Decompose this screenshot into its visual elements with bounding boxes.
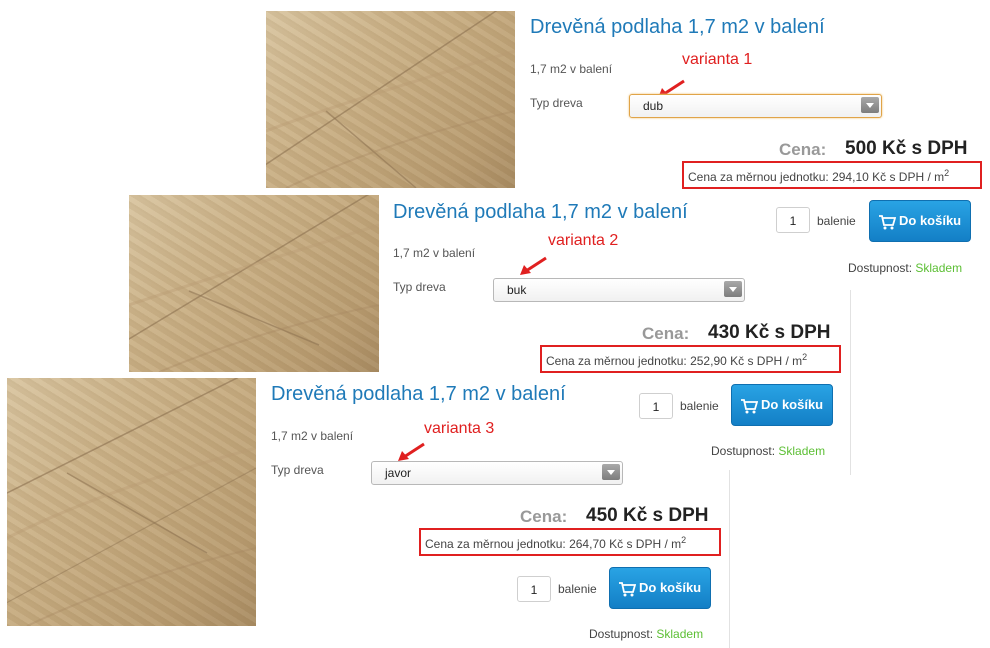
wood-type-select[interactable]: buk	[493, 278, 745, 302]
availability: Dostupnost: Skladem	[711, 444, 825, 458]
chevron-down-icon[interactable]	[724, 281, 742, 297]
availability-label: Dostupnost:	[848, 261, 913, 275]
chevron-down-icon[interactable]	[602, 464, 620, 480]
variant-annotation: varianta 3	[424, 420, 495, 437]
price-value: 450 Kč s DPH	[586, 505, 709, 526]
wood-type-select[interactable]: javor	[371, 461, 623, 485]
product-image-variant-1	[266, 11, 515, 188]
price-value: 430 Kč s DPH	[708, 322, 831, 343]
availability: Dostupnost: Skladem	[848, 261, 962, 275]
availability-label: Dostupnost:	[589, 627, 654, 641]
wood-type-label: Typ dreva	[393, 280, 446, 294]
price-value: 500 Kč s DPH	[845, 138, 968, 159]
add-to-cart-label: Do košíku	[639, 580, 702, 595]
unit-price-box: Cena za měrnou jednotku: 294,10 Kč s DPH…	[682, 161, 982, 189]
wood-type-value: buk	[507, 283, 527, 297]
package-size: 1,7 m2 v balení	[393, 246, 476, 260]
unit-price: Cena za měrnou jednotku: 294,10 Kč s DPH…	[688, 170, 945, 184]
cart-icon	[741, 399, 758, 414]
wood-type-label: Typ dreva	[271, 463, 324, 477]
unit-exponent: 2	[802, 352, 808, 362]
unit-price: Cena za měrnou jednotku: 264,70 Kč s DPH…	[425, 537, 682, 551]
availability-label: Dostupnost:	[711, 444, 776, 458]
divider	[850, 290, 851, 475]
unit-exponent: 2	[944, 168, 950, 178]
product-title: Drevěná podlaha 1,7 m2 v balení	[530, 16, 825, 38]
chevron-down-icon[interactable]	[861, 97, 879, 113]
unit-exponent: 2	[681, 535, 687, 545]
divider	[729, 470, 730, 648]
price-label: Cena:	[779, 140, 827, 159]
product-title: Drevěná podlaha 1,7 m2 v balení	[271, 383, 566, 405]
quantity-input[interactable]: 1	[639, 393, 673, 419]
wood-type-select[interactable]: dub	[629, 94, 882, 118]
price-label: Cena:	[520, 507, 568, 526]
price-label: Cena:	[642, 324, 690, 343]
cart-icon	[879, 215, 896, 230]
product-title: Drevěná podlaha 1,7 m2 v balení	[393, 201, 688, 223]
unit-price: Cena za měrnou jednotku: 252,90 Kč s DPH…	[546, 354, 803, 368]
unit-price-box: Cena za měrnou jednotku: 252,90 Kč s DPH…	[540, 345, 841, 373]
product-image-variant-2	[129, 195, 379, 372]
variant-annotation: varianta 1	[682, 51, 753, 68]
add-to-cart-button[interactable]: Do košíku	[869, 200, 971, 242]
product-image-variant-3	[7, 378, 256, 626]
quantity-input[interactable]: 1	[517, 576, 551, 602]
cart-icon	[619, 582, 636, 597]
quantity-input[interactable]: 1	[776, 207, 810, 233]
add-to-cart-button[interactable]: Do košíku	[731, 384, 833, 426]
availability-value: Skladem	[778, 444, 826, 458]
variant-annotation: varianta 2	[548, 232, 619, 249]
availability: Dostupnost: Skladem	[589, 627, 703, 641]
package-size: 1,7 m2 v balení	[530, 62, 613, 76]
wood-type-value: dub	[643, 99, 664, 113]
availability-value: Skladem	[656, 627, 704, 641]
quantity-unit: balenie	[680, 399, 719, 413]
add-to-cart-label: Do košíku	[899, 213, 962, 228]
wood-type-value: javor	[385, 466, 412, 480]
add-to-cart-button[interactable]: Do košíku	[609, 567, 711, 609]
arrow-icon	[398, 442, 425, 461]
quantity-unit: balenie	[558, 582, 597, 596]
package-size: 1,7 m2 v balení	[271, 429, 354, 443]
quantity-unit: balenie	[817, 214, 856, 228]
arrow-icon	[520, 256, 547, 275]
availability-value: Skladem	[915, 261, 963, 275]
add-to-cart-label: Do košíku	[761, 397, 824, 412]
unit-price-box: Cena za měrnou jednotku: 264,70 Kč s DPH…	[419, 528, 721, 556]
wood-type-label: Typ dreva	[530, 96, 583, 110]
